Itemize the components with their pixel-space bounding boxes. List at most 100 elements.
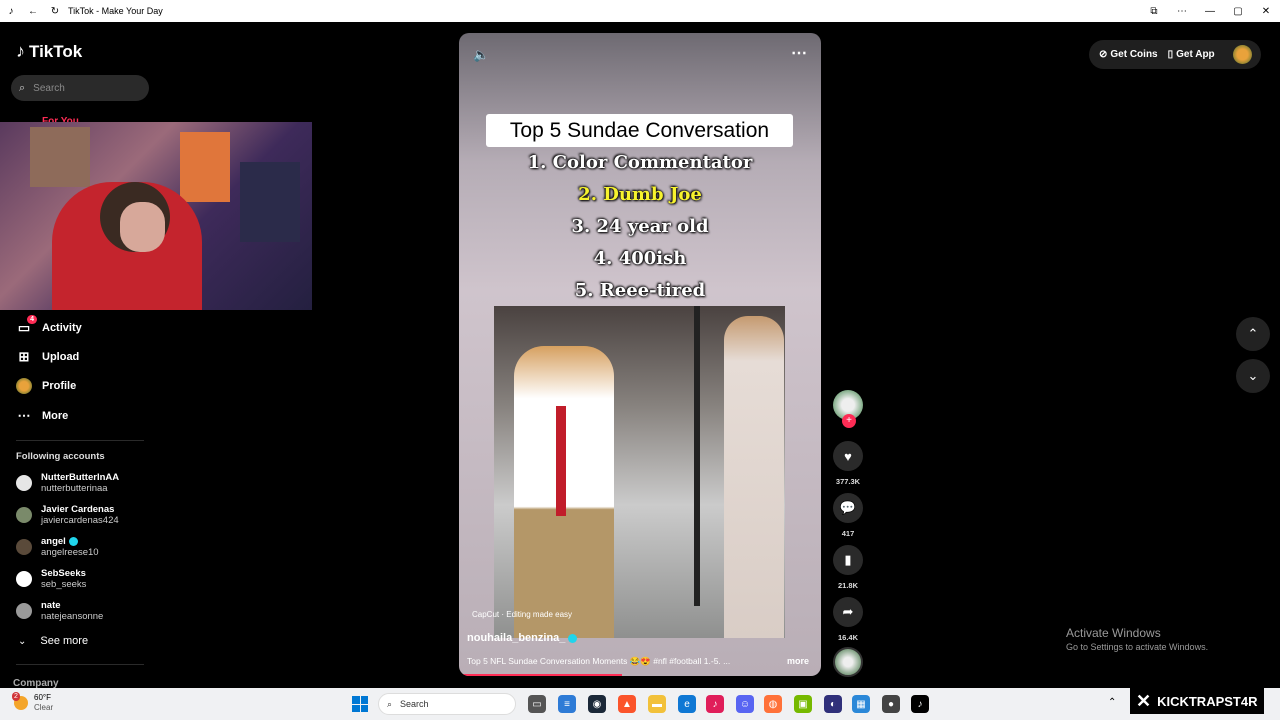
next-video-button[interactable]: ⌄ xyxy=(1236,359,1270,393)
comment-button[interactable]: 💬 xyxy=(833,493,863,523)
verified-icon xyxy=(68,536,78,546)
chevron-down-icon: ⌄ xyxy=(1247,368,1259,383)
taskbar-search[interactable]: ⌕ Search xyxy=(378,693,516,715)
capcut-watermark[interactable]: CapCut · Editing made easy xyxy=(472,610,572,619)
following-account[interactable]: SebSeeks seb_seeks xyxy=(16,568,86,590)
nav-label: Activity xyxy=(42,322,82,334)
edge-icon[interactable]: e xyxy=(678,695,696,713)
more-options-icon[interactable]: ⋯ xyxy=(1168,0,1196,22)
account-name: NutterButterInAA xyxy=(41,472,120,483)
nav-more[interactable]: ⋯ More xyxy=(16,408,69,424)
get-coins-button[interactable]: ⊘ Get Coins xyxy=(1099,49,1158,60)
video-progress-bar[interactable] xyxy=(459,674,622,676)
nav-activity[interactable]: ▭ 4 Activity xyxy=(16,315,82,336)
weather-temp: 60°F xyxy=(34,693,51,702)
close-button[interactable]: ✕ xyxy=(1252,0,1280,22)
nav-upload[interactable]: ⊞ Upload xyxy=(16,349,80,365)
video-scene xyxy=(494,306,785,638)
activate-title: Activate Windows xyxy=(1066,626,1161,640)
chevron-up-icon: ⌃ xyxy=(1247,326,1259,341)
video-author[interactable]: nouhaila_benzina_ xyxy=(467,632,578,644)
comment-count: 417 xyxy=(841,529,855,538)
tiktok-taskbar-icon[interactable]: ♪ xyxy=(706,695,724,713)
profile-avatar xyxy=(16,378,32,394)
screen-share-icon[interactable]: ⧉ xyxy=(1140,0,1168,22)
search-input[interactable]: ⌕ Search xyxy=(11,75,149,101)
nav-label: More xyxy=(42,410,69,422)
following-account[interactable]: NutterButterInAA nutterbutterinaa xyxy=(16,472,119,494)
get-app-label: Get App xyxy=(1176,49,1215,60)
logo-text: TikTok xyxy=(29,41,83,61)
sidebar-divider xyxy=(16,664,144,665)
account-name: angel xyxy=(41,536,66,547)
firefox-icon[interactable]: ◍ xyxy=(764,695,782,713)
steam-icon[interactable]: ◉ xyxy=(588,695,606,713)
webcam-overlay xyxy=(0,122,312,310)
brave-icon[interactable]: ▲ xyxy=(618,695,636,713)
following-account[interactable]: Javier Cardenas javiercardenas424 xyxy=(16,504,119,526)
video-options-icon[interactable]: ⋯ xyxy=(791,43,807,63)
coin-icon: ⊘ xyxy=(1099,49,1108,60)
account-name: Javier Cardenas xyxy=(41,504,115,515)
nav-profile[interactable]: Profile xyxy=(16,378,76,394)
share-button[interactable]: ➦ xyxy=(833,597,863,627)
video-caption: Top 5 NFL Sundae Conversation Moments 😂😍… xyxy=(467,656,731,666)
comment-icon: 💬 xyxy=(839,500,857,515)
account-name: nate xyxy=(41,600,61,611)
stream-handle-overlay: ✕ KICKTRAPST4R xyxy=(1130,688,1264,714)
rank-item: 4. 400ish xyxy=(593,248,687,269)
get-coins-label: Get Coins xyxy=(1110,49,1158,60)
volume-icon[interactable]: 🔈 xyxy=(473,47,489,63)
search-placeholder: Search xyxy=(33,82,65,94)
red-tie xyxy=(556,406,566,516)
window-titlebar: ♪ ← ↻ TikTok - Make Your Day ⧉ ⋯ — ▢ ✕ xyxy=(0,0,1280,22)
reload-icon[interactable]: ↻ xyxy=(44,6,66,17)
following-account[interactable]: angel angelreese10 xyxy=(16,536,99,558)
discord-icon[interactable]: ☺ xyxy=(736,695,754,713)
like-count: 377.3K xyxy=(835,477,861,486)
follow-plus-icon[interactable]: + xyxy=(842,414,856,428)
rank-item: 1. Color Commentator xyxy=(527,152,753,173)
file-explorer-icon[interactable]: ▬ xyxy=(648,695,666,713)
upload-icon: ⊞ xyxy=(18,349,30,364)
activity-badge: 4 xyxy=(27,315,37,324)
video-player[interactable]: 🔈 ⋯ Top 5 Sundae Conversation 1. Color C… xyxy=(459,33,821,676)
save-button[interactable]: ▮ xyxy=(833,545,863,575)
person-right xyxy=(724,316,784,638)
rank-item: 5. Reee-tired xyxy=(574,280,706,301)
app-icon[interactable]: ▦ xyxy=(852,695,870,713)
verified-icon xyxy=(568,633,578,643)
tiktok-logo[interactable]: ♪ TikTok xyxy=(16,41,82,62)
see-more-button[interactable]: ⌄ See more xyxy=(18,635,88,647)
user-avatar[interactable] xyxy=(1233,45,1252,64)
weather-badge: 2 xyxy=(12,692,20,701)
tiktok-active-icon[interactable]: ♪ xyxy=(911,695,929,713)
app-icon[interactable]: ◐ xyxy=(824,695,842,713)
minimize-button[interactable]: — xyxy=(1196,0,1224,22)
poster-image xyxy=(180,132,230,202)
weather-widget[interactable]: 2 60°F Clear xyxy=(12,692,53,713)
share-count: 16.4K xyxy=(837,633,858,642)
notepad-icon[interactable]: ≡ xyxy=(558,695,576,713)
account-avatar xyxy=(16,475,32,491)
caption-more-link[interactable]: more xyxy=(787,656,809,666)
obs-icon[interactable]: ● xyxy=(882,695,900,713)
like-button[interactable]: ♥ xyxy=(833,441,863,471)
music-disc-icon[interactable] xyxy=(833,647,863,677)
maximize-button[interactable]: ▢ xyxy=(1224,0,1252,22)
more-icon: ⋯ xyxy=(17,408,31,423)
rank-item-highlighted: 2. Dumb Joe xyxy=(578,184,702,205)
search-icon: ⌕ xyxy=(387,698,393,709)
start-button[interactable] xyxy=(352,696,368,712)
search-icon: ⌕ xyxy=(19,81,26,94)
author-name: nouhaila_benzina_ xyxy=(467,632,566,644)
following-account[interactable]: nate natejeansonne xyxy=(16,600,103,622)
task-view-icon[interactable]: ▭ xyxy=(528,695,546,713)
account-avatar xyxy=(16,539,32,555)
nvidia-icon[interactable]: ▣ xyxy=(794,695,812,713)
back-icon[interactable]: ← xyxy=(22,6,44,17)
account-name: SebSeeks xyxy=(41,568,86,579)
get-app-button[interactable]: ▯ Get App xyxy=(1168,49,1215,60)
tray-chevron-icon[interactable]: ⌃ xyxy=(1108,697,1116,708)
previous-video-button[interactable]: ⌃ xyxy=(1236,317,1270,351)
